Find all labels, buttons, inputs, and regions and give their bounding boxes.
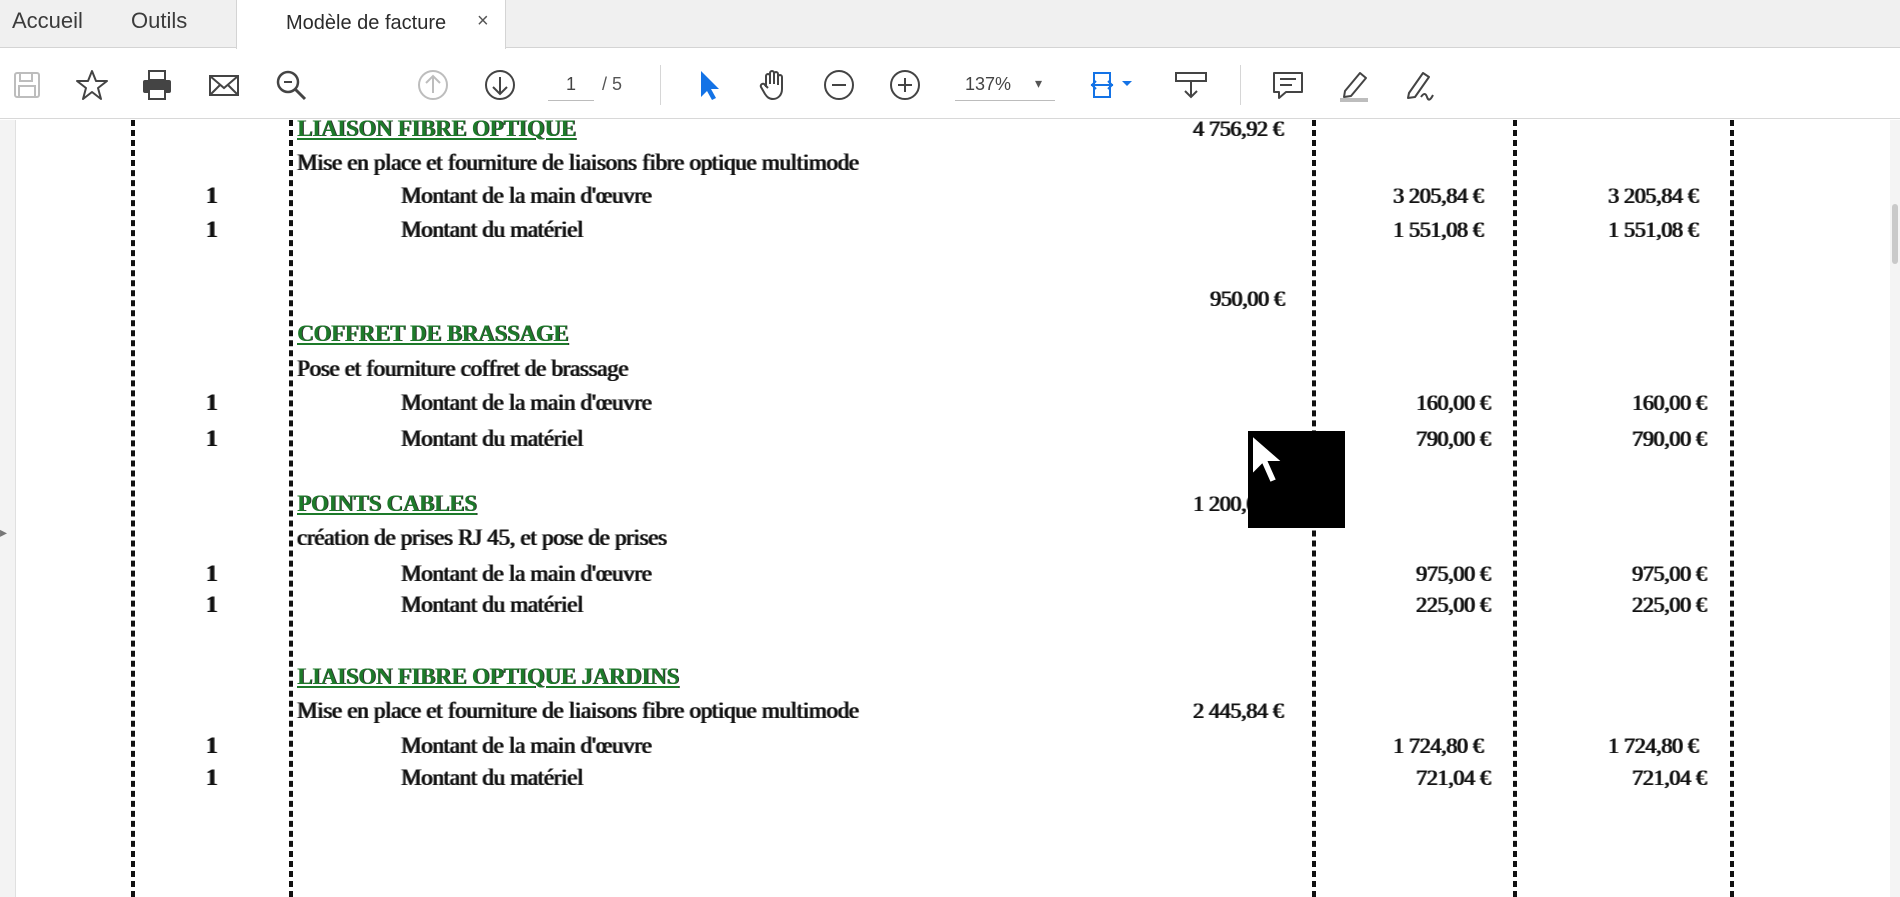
tab-document[interactable]: Modèle de facture ×: [236, 0, 506, 49]
table-column-line: [1513, 120, 1517, 897]
line-total: 1 551,08 €: [1608, 217, 1699, 242]
line-label: Montant de la main d'œuvre: [401, 183, 652, 208]
line-unit-price: 790,00 €: [1416, 426, 1491, 451]
zoom-in-icon[interactable]: [886, 66, 924, 104]
section-description: Mise en place et fourniture de liaisons …: [297, 150, 859, 175]
line-total: 225,00 €: [1632, 592, 1707, 617]
toolbar-divider: [660, 65, 661, 105]
tab-home[interactable]: Accueil: [12, 8, 83, 34]
zoom-value: 137%: [965, 74, 1012, 94]
toolbar: / 5 137% ▾: [0, 49, 1900, 119]
line-quantity: 1: [206, 561, 218, 586]
tab-tools[interactable]: Outils: [131, 8, 187, 34]
hand-tool-icon[interactable]: [755, 66, 793, 104]
page-number-input[interactable]: [548, 69, 594, 101]
zoom-out-icon[interactable]: [820, 66, 858, 104]
document-viewport[interactable]: ▸ LIAISON FIBRE OPTIQUE 4 756,92 € Mise …: [0, 120, 1890, 897]
sign-icon[interactable]: [1400, 66, 1438, 104]
expand-panel-icon[interactable]: ▸: [0, 524, 7, 541]
email-icon[interactable]: [205, 66, 243, 104]
line-unit-price: 1 724,80 €: [1393, 733, 1484, 758]
highlight-icon[interactable]: [1335, 66, 1373, 104]
line-label: Montant du matériel: [401, 765, 584, 790]
page-down-icon[interactable]: [481, 66, 519, 104]
search-icon[interactable]: [272, 66, 310, 104]
line-unit-price: 225,00 €: [1416, 592, 1491, 617]
line-label: Montant du matériel: [401, 592, 584, 617]
fit-page-icon[interactable]: [1088, 66, 1142, 104]
vertical-scrollbar[interactable]: [1890, 120, 1900, 897]
scrollbar-thumb[interactable]: [1892, 204, 1898, 264]
table-column-line: [1730, 120, 1734, 897]
section-heading: LIAISON FIBRE OPTIQUE: [297, 120, 576, 141]
line-total: 3 205,84 €: [1608, 183, 1699, 208]
line-quantity: 1: [206, 217, 218, 242]
line-unit-price: 721,04 €: [1416, 765, 1491, 790]
line-unit-price: 3 205,84 €: [1393, 183, 1484, 208]
section-amount: 2 445,84 €: [1193, 698, 1284, 723]
line-unit-price: 1 551,08 €: [1393, 217, 1484, 242]
table-column-line: [131, 120, 135, 897]
section-heading: LIAISON FIBRE OPTIQUE JARDINS: [297, 664, 679, 689]
line-quantity: 1: [206, 733, 218, 758]
select-pointer-icon[interactable]: [690, 66, 728, 104]
bookmark-star-icon[interactable]: [73, 66, 111, 104]
section-amount: 4 756,92 €: [1193, 120, 1284, 141]
toolbar-divider: [1240, 65, 1241, 105]
line-label: Montant du matériel: [401, 217, 584, 242]
tab-document-label: Modèle de facture: [286, 12, 447, 34]
mouse-cursor-icon: [1248, 431, 1345, 528]
comment-icon[interactable]: [1269, 66, 1307, 104]
line-quantity: 1: [206, 765, 218, 790]
line-quantity: 1: [206, 426, 218, 451]
line-quantity: 1: [206, 390, 218, 415]
section-amount: 950,00 €: [1210, 286, 1285, 311]
section-heading: POINTS CABLES: [297, 491, 477, 516]
line-total: 160,00 €: [1632, 390, 1707, 415]
section-description: création de prises RJ 45, et pose de pri…: [297, 525, 667, 550]
line-quantity: 1: [206, 592, 218, 617]
line-unit-price: 975,00 €: [1416, 561, 1491, 586]
line-total: 790,00 €: [1632, 426, 1707, 451]
line-label: Montant de la main d'œuvre: [401, 733, 652, 758]
section-heading: COFFRET DE BRASSAGE: [297, 321, 569, 346]
tab-bar: Accueil Outils Modèle de facture ×: [0, 0, 1900, 49]
line-label: Montant du matériel: [401, 426, 584, 451]
page-total: / 5: [602, 74, 623, 94]
scroll-mode-icon[interactable]: [1172, 66, 1210, 104]
line-total: 721,04 €: [1632, 765, 1707, 790]
line-unit-price: 160,00 €: [1416, 390, 1491, 415]
left-panel-toggle[interactable]: ▸: [0, 120, 16, 897]
line-total: 1 724,80 €: [1608, 733, 1699, 758]
print-icon[interactable]: [138, 66, 176, 104]
line-label: Montant de la main d'œuvre: [401, 561, 652, 586]
save-icon[interactable]: [8, 66, 46, 104]
line-label: Montant de la main d'œuvre: [401, 390, 652, 415]
line-quantity: 1: [206, 183, 218, 208]
page-up-icon[interactable]: [414, 66, 452, 104]
section-description: Mise en place et fourniture de liaisons …: [297, 698, 859, 723]
close-tab-icon[interactable]: ×: [477, 10, 489, 33]
section-description: Pose et fourniture coffret de brassage: [297, 356, 629, 381]
zoom-select[interactable]: 137% ▾: [955, 69, 1055, 101]
table-column-line: [289, 120, 293, 897]
line-total: 975,00 €: [1632, 561, 1707, 586]
chevron-down-icon: ▾: [1035, 75, 1043, 91]
